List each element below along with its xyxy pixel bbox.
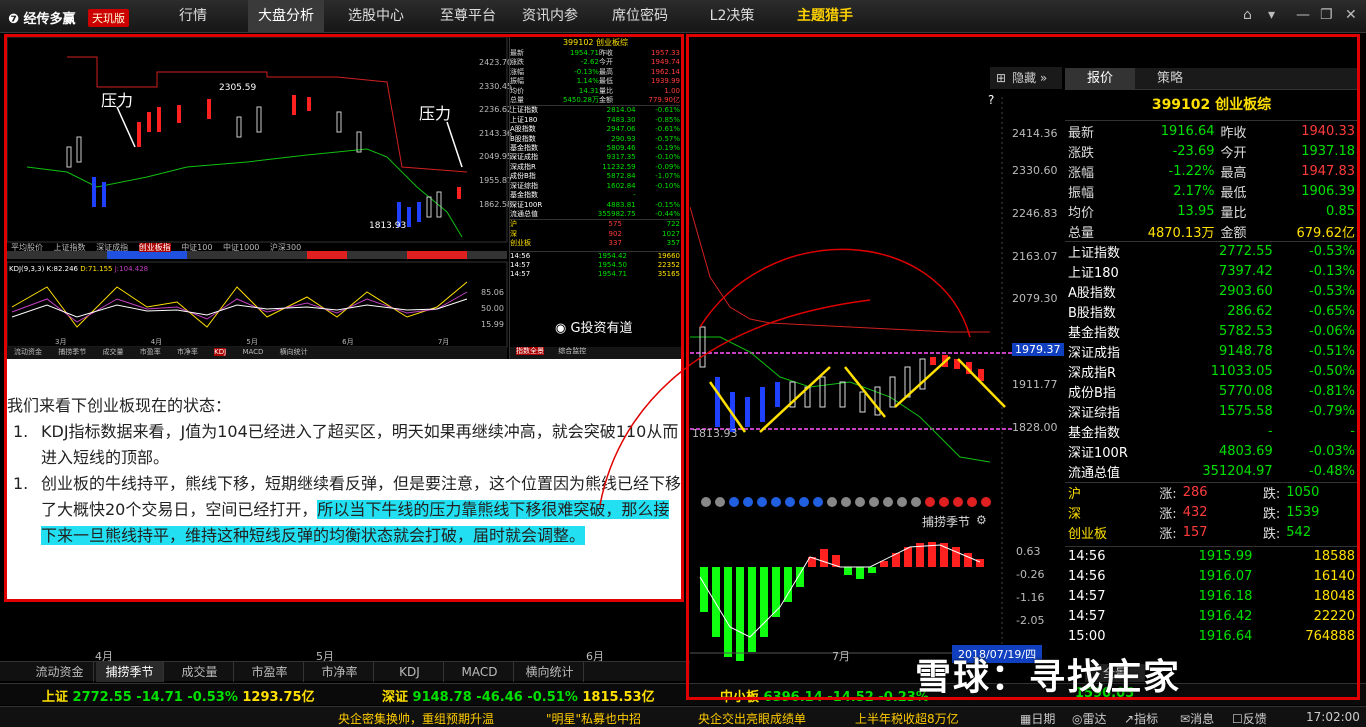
- index-change: -46.46: [476, 690, 523, 705]
- menu-market-analysis[interactable]: 大盘分析: [248, 0, 324, 33]
- home-icon[interactable]: ⌂: [1243, 7, 1252, 23]
- annotation-box-article: [4, 34, 684, 602]
- edition-badge: 天玑版: [88, 9, 129, 27]
- tab-kdj[interactable]: KDJ: [376, 662, 444, 682]
- news-item[interactable]: 上半年税收超8万亿: [855, 710, 959, 727]
- radar-tool[interactable]: ◎雷达: [1072, 710, 1107, 727]
- index-change: -14.71: [136, 690, 183, 705]
- index-amount: 1815.53亿: [582, 690, 655, 705]
- chart-icon: ↗: [1124, 712, 1135, 726]
- xueqiu-watermark: 雪球：寻找庄家: [915, 657, 1182, 698]
- index-amount: 1293.75亿: [242, 690, 315, 705]
- menu-l2-decision[interactable]: L2决策: [694, 0, 770, 33]
- news-item[interactable]: 央企密集换帅，重组预期升温: [338, 710, 494, 727]
- logo-text: 经传多赢: [23, 12, 76, 27]
- app-logo: ❼ 经传多赢: [8, 8, 76, 27]
- index-pct: -0.53%: [187, 690, 238, 705]
- index-name: 深证: [382, 690, 409, 705]
- menu-quotes[interactable]: 行情: [148, 0, 238, 33]
- index-name: 上证: [42, 690, 69, 705]
- tool-label: 消息: [1190, 712, 1215, 726]
- menu-premium-platform[interactable]: 至尊平台: [428, 0, 508, 33]
- menu-theme-hunter[interactable]: 主题猎手: [780, 0, 870, 33]
- clock: 17:02:00: [1306, 710, 1360, 724]
- mail-icon: ✉: [1180, 712, 1191, 726]
- top-menu-bar: ❼ 经传多赢 天玑版 行情 大盘分析 选股中心 至尊平台 资讯内参 席位密码 L…: [0, 0, 1366, 33]
- tool-label: 反馈: [1242, 712, 1267, 726]
- tab-volume[interactable]: 成交量: [166, 662, 234, 682]
- tab-pb[interactable]: 市净率: [306, 662, 374, 682]
- tool-label: 指标: [1134, 712, 1159, 726]
- close-icon[interactable]: ✕: [1345, 7, 1357, 23]
- radar-icon: ◎: [1072, 712, 1083, 726]
- index-price: 2772.55: [72, 690, 132, 705]
- news-item[interactable]: "明星"私募也中招: [546, 710, 641, 727]
- tool-label: 雷达: [1082, 712, 1107, 726]
- tab-macd[interactable]: MACD: [446, 662, 514, 682]
- menu-stock-picker[interactable]: 选股中心: [336, 0, 416, 33]
- news-bar: 央企密集换帅，重组预期升温 "明星"私募也中招 央企交出亮眼成绩单 上半年税收超…: [0, 706, 1366, 727]
- date-tool[interactable]: ▦日期: [1020, 710, 1055, 727]
- message-tool[interactable]: ✉消息: [1180, 710, 1214, 727]
- menu-seat-code[interactable]: 席位密码: [602, 0, 678, 33]
- tab-fishing-season[interactable]: 捕捞季节: [96, 662, 164, 682]
- indicator-tool[interactable]: ↗指标: [1124, 710, 1158, 727]
- annotation-connector: [599, 299, 871, 506]
- index-sh[interactable]: 上证 2772.55 -14.71 -0.53% 1293.75亿: [42, 686, 315, 705]
- news-item[interactable]: 央企交出亮眼成绩单: [698, 710, 806, 727]
- index-pct: -0.51%: [527, 690, 578, 705]
- tool-label: 日期: [1031, 712, 1056, 726]
- feedback-tool[interactable]: ☐反馈: [1232, 710, 1267, 727]
- tab-horizontal-stats[interactable]: 横向统计: [516, 662, 584, 682]
- index-price: 9148.78: [412, 690, 472, 705]
- calendar-icon: ▦: [1020, 712, 1032, 726]
- indicator-tabs: 流动资金 捕捞季节 成交量 市盈率 市净率 KDJ MACD 横向统计: [0, 661, 690, 682]
- menu-news[interactable]: 资讯内参: [512, 0, 588, 33]
- logo-icon: ❼: [8, 12, 20, 27]
- tab-pe[interactable]: 市盈率: [236, 662, 304, 682]
- restore-icon[interactable]: ❐: [1320, 7, 1333, 23]
- minimize-icon[interactable]: —: [1296, 7, 1310, 23]
- dropdown-icon[interactable]: ▾: [1268, 7, 1275, 23]
- index-sz[interactable]: 深证 9148.78 -46.46 -0.51% 1815.53亿: [382, 686, 655, 705]
- tab-liquidity[interactable]: 流动资金: [26, 662, 94, 682]
- feedback-icon: ☐: [1232, 712, 1243, 726]
